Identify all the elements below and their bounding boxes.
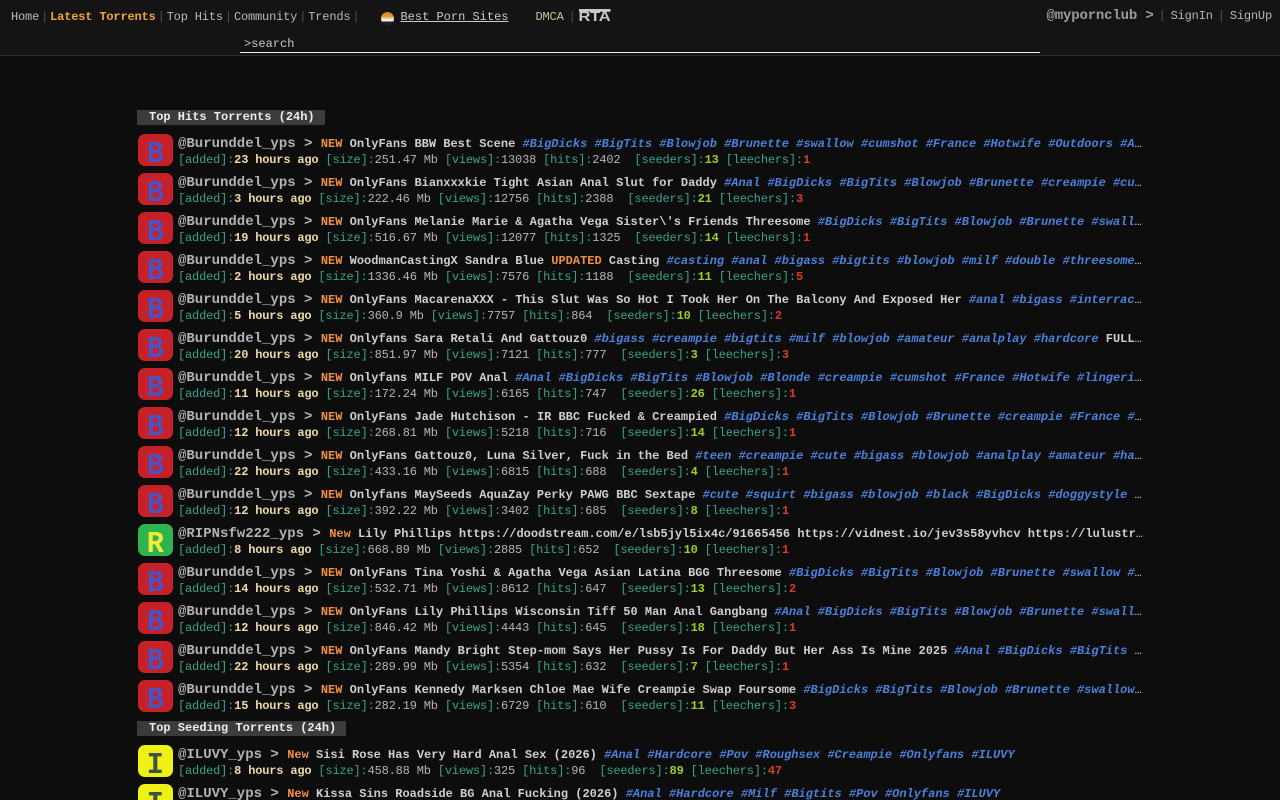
svg-text:RTA: RTA	[579, 9, 611, 22]
